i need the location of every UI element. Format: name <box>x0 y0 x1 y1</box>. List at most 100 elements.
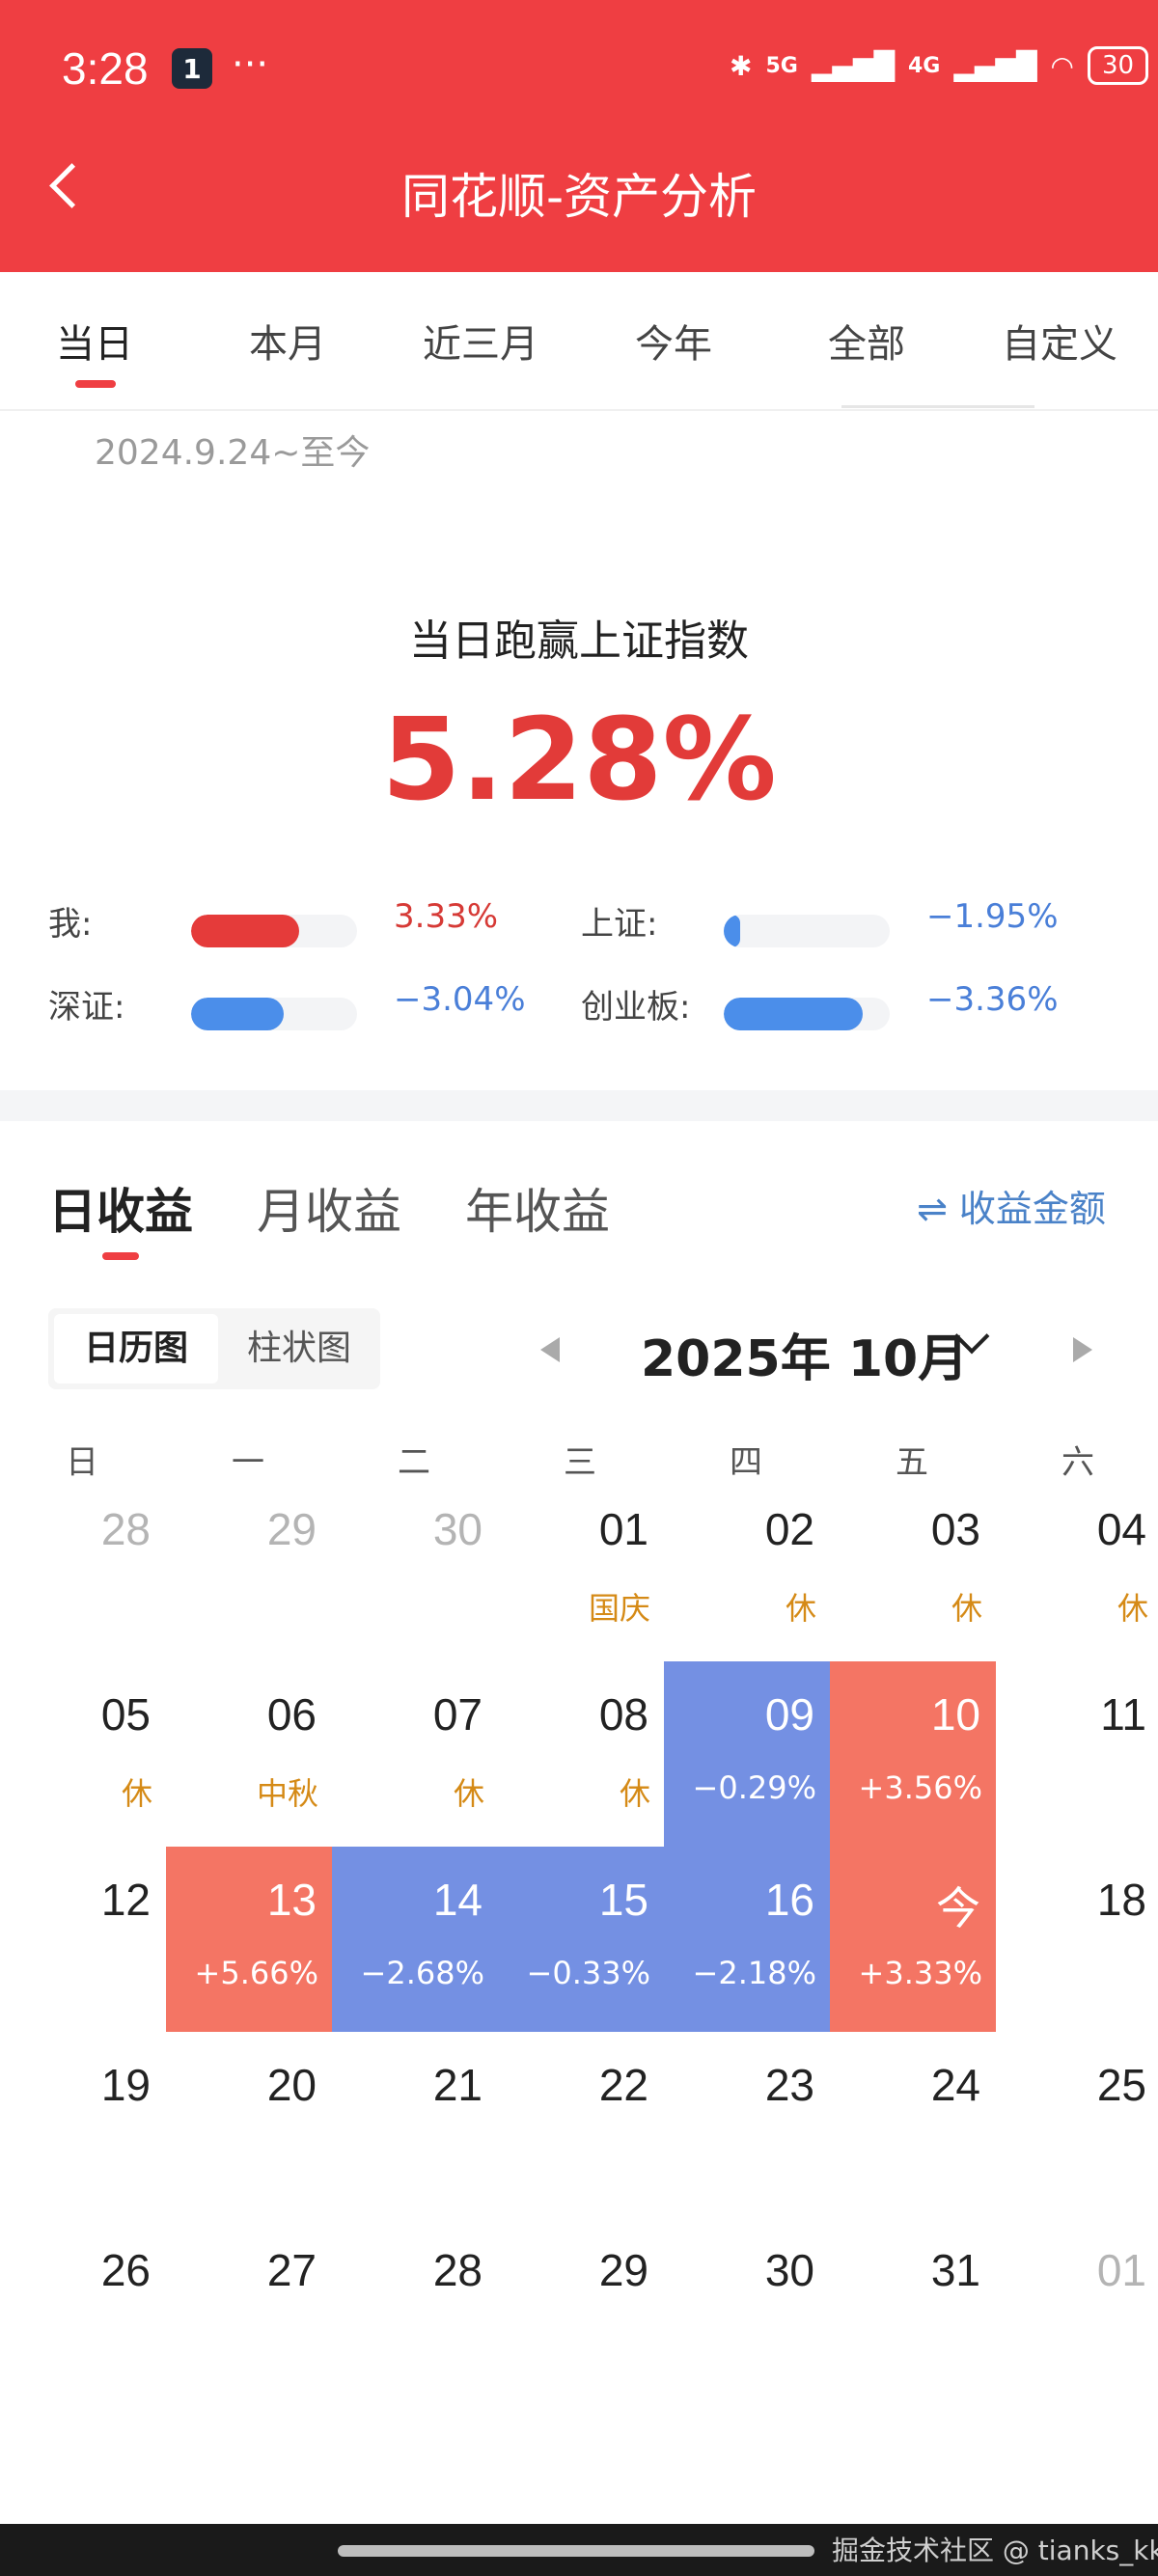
calendar-day[interactable]: 29 <box>166 1476 332 1661</box>
calendar-day[interactable]: 23 <box>664 2032 830 2217</box>
daily-return-value: −0.33% <box>526 1955 650 1991</box>
day-number: 07 <box>432 1689 482 1740</box>
calendar-day[interactable]: 01 国庆 <box>498 1476 664 1661</box>
calendar-view-button[interactable]: 日历图 <box>54 1314 218 1384</box>
period-tabs: 当日 本月 近三月 今年 全部 自定义 <box>0 272 1158 411</box>
tab-monthly-return[interactable]: 月收益 <box>257 1173 401 1243</box>
signal-bars-icon-2: ▂▄▆█ <box>953 49 1037 82</box>
holiday-label: 休 <box>951 1590 982 1627</box>
calendar-day[interactable]: 07 休 <box>332 1661 498 1847</box>
tab-yearly-return[interactable]: 年收益 <box>465 1173 610 1243</box>
calendar-day[interactable]: 20 <box>166 2032 332 2217</box>
comparison-value: −3.04% <box>394 980 526 1019</box>
day-number: 12 <box>100 1875 151 1925</box>
divider <box>841 405 1034 408</box>
holiday-label: 休 <box>619 1775 650 1812</box>
date-range: 2024.9.24~至今 <box>95 433 371 473</box>
daily-return-value: −2.18% <box>692 1955 816 1991</box>
home-indicator[interactable] <box>338 2545 814 2557</box>
calendar-day[interactable]: 31 <box>830 2217 996 2402</box>
calendar-day[interactable]: 15 −0.33% <box>498 1847 664 2032</box>
calendar-day[interactable]: 11 <box>996 1661 1158 1847</box>
calendar-day[interactable]: 今 +3.33% <box>830 1847 996 2032</box>
calendar-day[interactable]: 25 <box>996 2032 1158 2217</box>
calendar-day[interactable]: 09 −0.29% <box>664 1661 830 1847</box>
holiday-label: 休 <box>1117 1590 1148 1627</box>
tab-custom[interactable]: 自定义 <box>1002 313 1117 369</box>
holiday-label: 中秋 <box>256 1775 318 1812</box>
tab-daily-return[interactable]: 日收益 <box>48 1173 193 1243</box>
calendar-day[interactable]: 28 <box>332 2217 498 2402</box>
view-toggle: 日历图 柱状图 <box>48 1308 380 1389</box>
calendar-day[interactable]: 19 <box>0 2032 166 2217</box>
status-indicators: ✱ 5G ▂▄▆█ 4G ▂▄▆█ ◠ 30 <box>730 46 1149 85</box>
calendar-day[interactable]: 18 <box>996 1847 1158 2032</box>
comparison-bar-fill <box>724 915 741 947</box>
calendar-day[interactable]: 06 中秋 <box>166 1661 332 1847</box>
toggle-amount-button[interactable]: ⇌ 收益金额 <box>917 1179 1106 1232</box>
tab-three-months[interactable]: 近三月 <box>423 313 538 369</box>
calendar-day[interactable]: 30 <box>332 1476 498 1661</box>
day-number: 05 <box>100 1689 151 1740</box>
calendar-day[interactable]: 12 <box>0 1847 166 2032</box>
calendar-day[interactable]: 22 <box>498 2032 664 2217</box>
day-number: 20 <box>266 2060 317 2110</box>
calendar-day[interactable]: 10 +3.56% <box>830 1661 996 1847</box>
day-number: 01 <box>598 1504 648 1554</box>
day-number: 28 <box>100 1504 151 1554</box>
comparison-label: 我: <box>48 905 93 944</box>
battery-icon: 30 <box>1087 46 1149 85</box>
status-time: 3:28 <box>62 43 149 94</box>
calendar-day[interactable]: 02 休 <box>664 1476 830 1661</box>
section-separator <box>0 1090 1158 1121</box>
day-number: 27 <box>266 2245 317 2295</box>
daily-return-value: +5.66% <box>194 1955 318 1991</box>
tab-all[interactable]: 全部 <box>828 313 905 369</box>
day-number: 30 <box>764 2245 814 2295</box>
app-header: 3:28 1 ··· ✱ 5G ▂▄▆█ 4G ▂▄▆█ ◠ 30 同花顺-资产… <box>0 0 1158 272</box>
summary-value: 5.28% <box>381 693 777 826</box>
day-number: 19 <box>100 2060 151 2110</box>
prev-month-icon[interactable] <box>540 1337 560 1362</box>
page-title: 同花顺-资产分析 <box>400 169 758 225</box>
bar-view-button[interactable]: 柱状图 <box>226 1314 372 1384</box>
calendar-day[interactable]: 28 <box>0 1476 166 1661</box>
calendar-day[interactable]: 27 <box>166 2217 332 2402</box>
tab-today[interactable]: 当日 <box>56 313 133 369</box>
tab-this-month[interactable]: 本月 <box>249 313 326 369</box>
day-number: 08 <box>598 1689 648 1740</box>
calendar-day[interactable]: 08 休 <box>498 1661 664 1847</box>
day-number: 13 <box>266 1875 317 1925</box>
day-number: 06 <box>266 1689 317 1740</box>
day-number: 31 <box>930 2245 980 2295</box>
calendar-day[interactable]: 03 休 <box>830 1476 996 1661</box>
comparison-label: 创业板: <box>581 988 691 1027</box>
day-number: 30 <box>432 1504 482 1554</box>
calendar-day[interactable]: 14 −2.68% <box>332 1847 498 2032</box>
comparison-bar <box>724 915 890 947</box>
daily-return-value: −0.29% <box>692 1769 816 1806</box>
comparison-bar-fill <box>191 998 285 1030</box>
month-selector[interactable]: 2025年 10月 <box>641 1318 968 1390</box>
calendar-day[interactable]: 04 休 <box>996 1476 1158 1661</box>
comparison-bar <box>191 915 357 947</box>
calendar-day[interactable]: 05 休 <box>0 1661 166 1847</box>
next-month-icon[interactable] <box>1073 1337 1092 1362</box>
day-number: 今 <box>936 1883 980 1933</box>
daily-return-value: +3.33% <box>858 1955 982 1991</box>
tab-this-year[interactable]: 今年 <box>635 313 712 369</box>
calendar-day[interactable]: 29 <box>498 2217 664 2402</box>
day-number: 29 <box>266 1504 317 1554</box>
watermark: 掘金技术社区 @ tianks_kk <box>832 2535 1158 2566</box>
calendar-day[interactable]: 26 <box>0 2217 166 2402</box>
day-number: 01 <box>1096 2245 1146 2295</box>
calendar-day[interactable]: 30 <box>664 2217 830 2402</box>
signal-bars-icon: ▂▄▆█ <box>811 49 895 82</box>
calendar-day[interactable]: 24 <box>830 2032 996 2217</box>
calendar-day[interactable]: 21 <box>332 2032 498 2217</box>
comparison-label: 深证: <box>48 988 125 1027</box>
calendar-day[interactable]: 01 <box>996 2217 1158 2402</box>
calendar-day[interactable]: 16 −2.18% <box>664 1847 830 2032</box>
calendar-day[interactable]: 13 +5.66% <box>166 1847 332 2032</box>
comparison-bar <box>191 998 357 1030</box>
